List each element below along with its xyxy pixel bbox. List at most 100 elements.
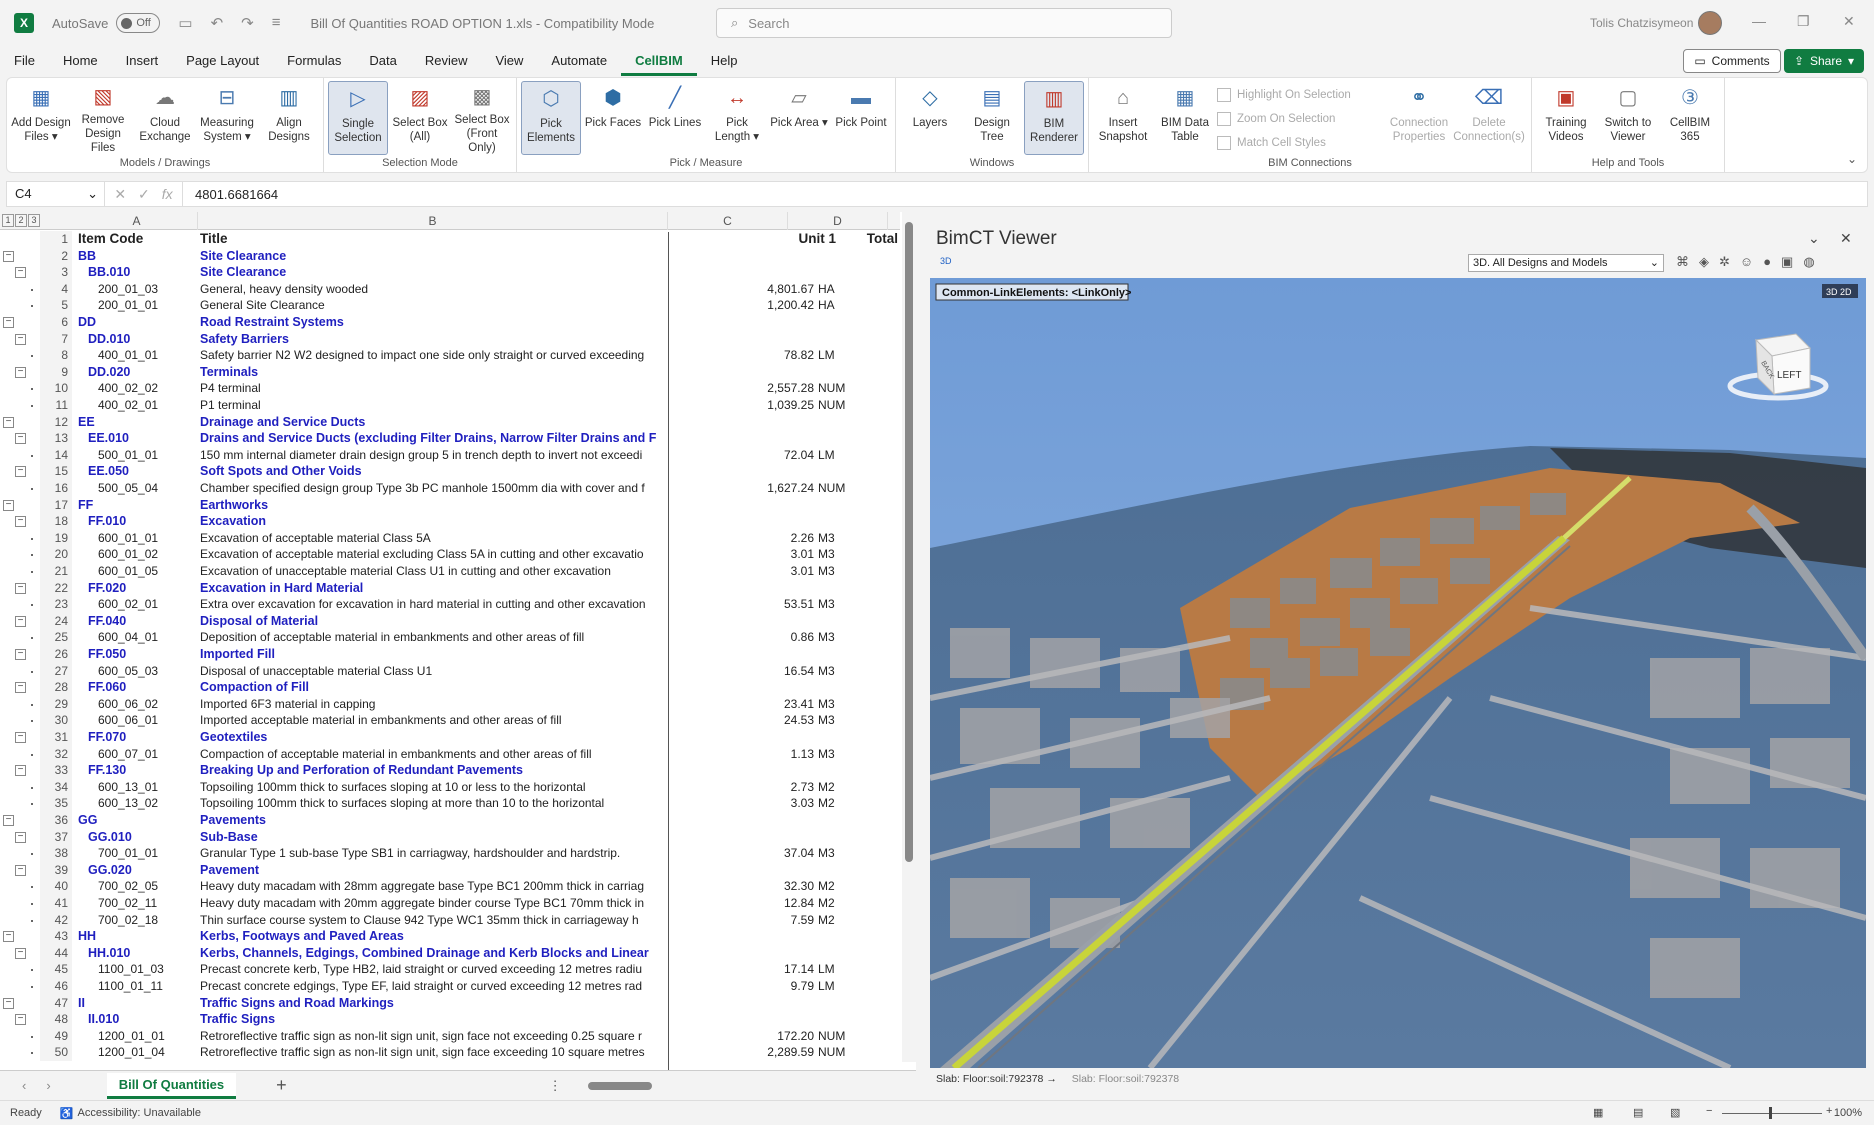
cell-title[interactable]: Imported Fill <box>200 646 670 663</box>
cell-title[interactable]: Excavation of acceptable material exclud… <box>200 546 670 563</box>
header-unit[interactable]: Unit 1 <box>760 231 836 248</box>
cell-title[interactable]: Imported 6F3 material in capping <box>200 696 670 713</box>
cell-quantity[interactable]: 0.86 <box>670 629 814 646</box>
cell-title[interactable]: Excavation of acceptable material Class … <box>200 530 670 547</box>
cell-title[interactable]: Road Restraint Systems <box>200 314 670 331</box>
cell-quantity[interactable]: 1,039.25 <box>670 397 814 414</box>
cell-unit[interactable]: M2 <box>818 878 888 895</box>
cell-item-code[interactable]: 500_01_01 <box>78 447 196 464</box>
cell-quantity[interactable]: 9.79 <box>670 978 814 995</box>
hscroll-thumb[interactable] <box>588 1082 652 1090</box>
cell-item-code[interactable]: DD <box>78 314 196 331</box>
cell-title[interactable]: Compaction of Fill <box>200 679 670 696</box>
cell-quantity[interactable] <box>670 646 814 663</box>
row-number[interactable]: 40 <box>40 878 72 895</box>
collapse-group-icon[interactable]: − <box>15 947 26 959</box>
cell-unit[interactable] <box>818 497 888 514</box>
cell-title[interactable]: Traffic Signs and Road Markings <box>200 995 670 1012</box>
cell-title[interactable]: Excavation of unacceptable material Clas… <box>200 563 670 580</box>
row-number[interactable]: 23 <box>40 596 72 613</box>
row-number[interactable]: 1 <box>40 231 72 248</box>
collapse-group-icon[interactable]: − <box>15 516 26 528</box>
cell-title[interactable]: Pavement <box>200 862 670 879</box>
cell-title[interactable]: Safety barrier N2 W2 designed to impact … <box>200 347 670 364</box>
prev-sheet-icon[interactable]: ‹ <box>22 1078 26 1093</box>
ribbon-button-add-design-files[interactable]: ▦ Add Design Files ▾ <box>11 81 71 155</box>
row-number[interactable]: 26 <box>40 646 72 663</box>
cell-item-code[interactable]: GG.020 <box>78 862 196 879</box>
ribbon-button-pick-point[interactable]: ▬ Pick Point <box>831 81 891 155</box>
cell-quantity[interactable]: 3.03 <box>670 795 814 812</box>
row-number[interactable]: 8 <box>40 347 72 364</box>
cell-unit[interactable]: M2 <box>818 912 888 929</box>
cell-unit[interactable]: LM <box>818 447 888 464</box>
cell-item-code[interactable]: FF.060 <box>78 679 196 696</box>
row-number[interactable]: 3 <box>40 264 72 281</box>
cell-title[interactable]: 150 mm internal diameter drain design gr… <box>200 447 670 464</box>
collapse-group-icon[interactable]: − <box>15 333 26 345</box>
cell-title[interactable]: Drainage and Service Ducts <box>200 414 670 431</box>
cell-unit[interactable] <box>818 862 888 879</box>
zoom-out-icon[interactable]: − <box>1706 1105 1712 1117</box>
row-number[interactable]: 34 <box>40 778 72 796</box>
cell-quantity[interactable] <box>670 248 814 265</box>
ribbon-button-measuring-system[interactable]: ⊟ Measuring System ▾ <box>197 81 257 155</box>
menu-item-home[interactable]: Home <box>49 46 112 76</box>
autosave-toggle[interactable]: Off <box>116 13 161 33</box>
row-number[interactable]: 25 <box>40 629 72 646</box>
cell-quantity[interactable] <box>670 580 814 597</box>
cell-unit[interactable] <box>818 248 888 265</box>
ribbon-button-design-tree[interactable]: ▤ Design Tree <box>962 81 1022 155</box>
ribbon-small-zoom-on-selection[interactable]: Zoom On Selection <box>1217 109 1387 129</box>
close-icon[interactable]: ✕ <box>1843 13 1855 30</box>
cell-item-code[interactable]: 200_01_01 <box>78 297 196 314</box>
more-options-icon[interactable]: ⋮ <box>549 1078 562 1094</box>
normal-view-icon[interactable]: ▦ <box>1593 1106 1603 1119</box>
row-number[interactable]: 16 <box>40 480 72 497</box>
cell-title[interactable]: Site Clearance <box>200 264 670 281</box>
cell-unit[interactable]: M3 <box>818 712 888 729</box>
cell-item-code[interactable]: 600_05_03 <box>78 663 196 680</box>
cell-quantity[interactable]: 78.82 <box>670 347 814 364</box>
cell-unit[interactable]: M2 <box>818 779 888 796</box>
cell-item-code[interactable]: HH <box>78 928 196 945</box>
cell-unit[interactable]: M3 <box>818 663 888 680</box>
cell-item-code[interactable]: EE.050 <box>78 463 196 480</box>
collapse-group-icon[interactable]: − <box>15 582 26 594</box>
cell-title[interactable]: Deposition of acceptable material in emb… <box>200 629 670 646</box>
cell-unit[interactable]: HA <box>818 297 888 314</box>
cell-item-code[interactable]: FF.070 <box>78 729 196 746</box>
ribbon-button-cellbim-365[interactable]: ③ CellBIM 365 <box>1660 81 1720 155</box>
vertical-scrollbar[interactable] <box>902 212 916 1062</box>
cell-item-code[interactable]: GG.010 <box>78 829 196 846</box>
cell-title[interactable]: Disposal of Material <box>200 613 670 630</box>
row-number[interactable]: 17 <box>40 496 72 514</box>
cell-unit[interactable]: NUM <box>818 1028 888 1045</box>
cell-item-code[interactable]: DD.010 <box>78 331 196 348</box>
tab-bill-of-quantities[interactable]: Bill Of Quantities <box>106 1072 237 1099</box>
cell-quantity[interactable]: 32.30 <box>670 878 814 895</box>
undo-icon[interactable]: ↶ <box>211 14 224 32</box>
collapse-group-icon[interactable]: − <box>15 1014 26 1026</box>
cell-unit[interactable]: M3 <box>818 530 888 547</box>
menu-item-cellbim[interactable]: CellBIM <box>621 46 697 76</box>
collapse-group-icon[interactable]: − <box>15 765 26 777</box>
cell-item-code[interactable]: 600_06_02 <box>78 696 196 713</box>
cell-quantity[interactable] <box>670 945 814 962</box>
page-break-icon[interactable]: ▧ <box>1670 1106 1680 1119</box>
row-number[interactable]: 18 <box>40 513 72 530</box>
row-number[interactable]: 4 <box>40 280 72 298</box>
cell-item-code[interactable]: 400_02_01 <box>78 397 196 414</box>
cell-quantity[interactable]: 2,557.28 <box>670 380 814 397</box>
ribbon-button-pick-area[interactable]: ▱ Pick Area ▾ <box>769 81 829 155</box>
header-item-code[interactable]: Item Code <box>78 231 196 248</box>
cell-quantity[interactable] <box>670 613 814 630</box>
row-number[interactable]: 43 <box>40 928 72 945</box>
cell-title[interactable]: Kerbs, Channels, Edgings, Combined Drain… <box>200 945 670 962</box>
cell-item-code[interactable]: 700_02_18 <box>78 912 196 929</box>
cell-unit[interactable]: M3 <box>818 563 888 580</box>
cell-item-code[interactable]: 600_01_01 <box>78 530 196 547</box>
cancel-icon[interactable]: ✕ <box>114 186 126 203</box>
cell-unit[interactable]: LM <box>818 961 888 978</box>
row-number[interactable]: 9 <box>40 363 72 381</box>
